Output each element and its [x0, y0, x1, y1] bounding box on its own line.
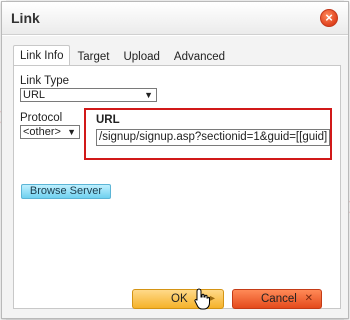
- cancel-button-label: Cancel: [261, 293, 297, 305]
- ok-button-label: OK: [171, 293, 188, 305]
- link-type-label: Link Type: [20, 75, 70, 87]
- close-icon[interactable]: ×: [320, 9, 338, 27]
- url-input[interactable]: /signup/signup.asp?sectionid=1&guid=[[gu…: [96, 129, 330, 146]
- dropdown-arrow-icon: ▼: [144, 90, 153, 100]
- tab-link-info[interactable]: Link Info: [13, 45, 71, 67]
- link-type-value: URL: [23, 89, 46, 101]
- tab-bar: Link Info Target Upload Advanced: [13, 42, 232, 67]
- protocol-select[interactable]: <other> ▼: [20, 125, 80, 139]
- tab-upload[interactable]: Upload: [116, 47, 166, 66]
- dropdown-arrow-icon: ▼: [67, 127, 76, 137]
- tab-advanced[interactable]: Advanced: [167, 47, 232, 66]
- ok-arrow-icon: ▸: [209, 293, 215, 304]
- cancel-x-icon: ✕: [304, 293, 313, 304]
- dialog-titlebar[interactable]: Link ×: [2, 2, 348, 35]
- cancel-button[interactable]: Cancel ✕: [232, 289, 322, 309]
- tab-target[interactable]: Target: [70, 47, 116, 66]
- protocol-value: <other>: [23, 126, 61, 138]
- url-highlight-box: URL /signup/signup.asp?sectionid=1&guid=…: [84, 108, 332, 160]
- url-label: URL: [96, 114, 120, 126]
- link-info-panel: Link Type URL ▼ Protocol <other> ▼ URL /…: [13, 65, 341, 309]
- browse-server-button[interactable]: Browse Server: [21, 184, 111, 199]
- ok-button[interactable]: OK ▸: [132, 289, 224, 309]
- link-dialog: Link × Link Info Target Upload Advanced …: [1, 1, 349, 319]
- dialog-title: Link: [11, 10, 40, 26]
- hand-cursor-icon: [194, 288, 210, 310]
- link-type-select[interactable]: URL ▼: [20, 88, 157, 102]
- protocol-label: Protocol: [20, 112, 63, 124]
- dialog-body: Link Info Target Upload Advanced Link Ty…: [2, 36, 348, 318]
